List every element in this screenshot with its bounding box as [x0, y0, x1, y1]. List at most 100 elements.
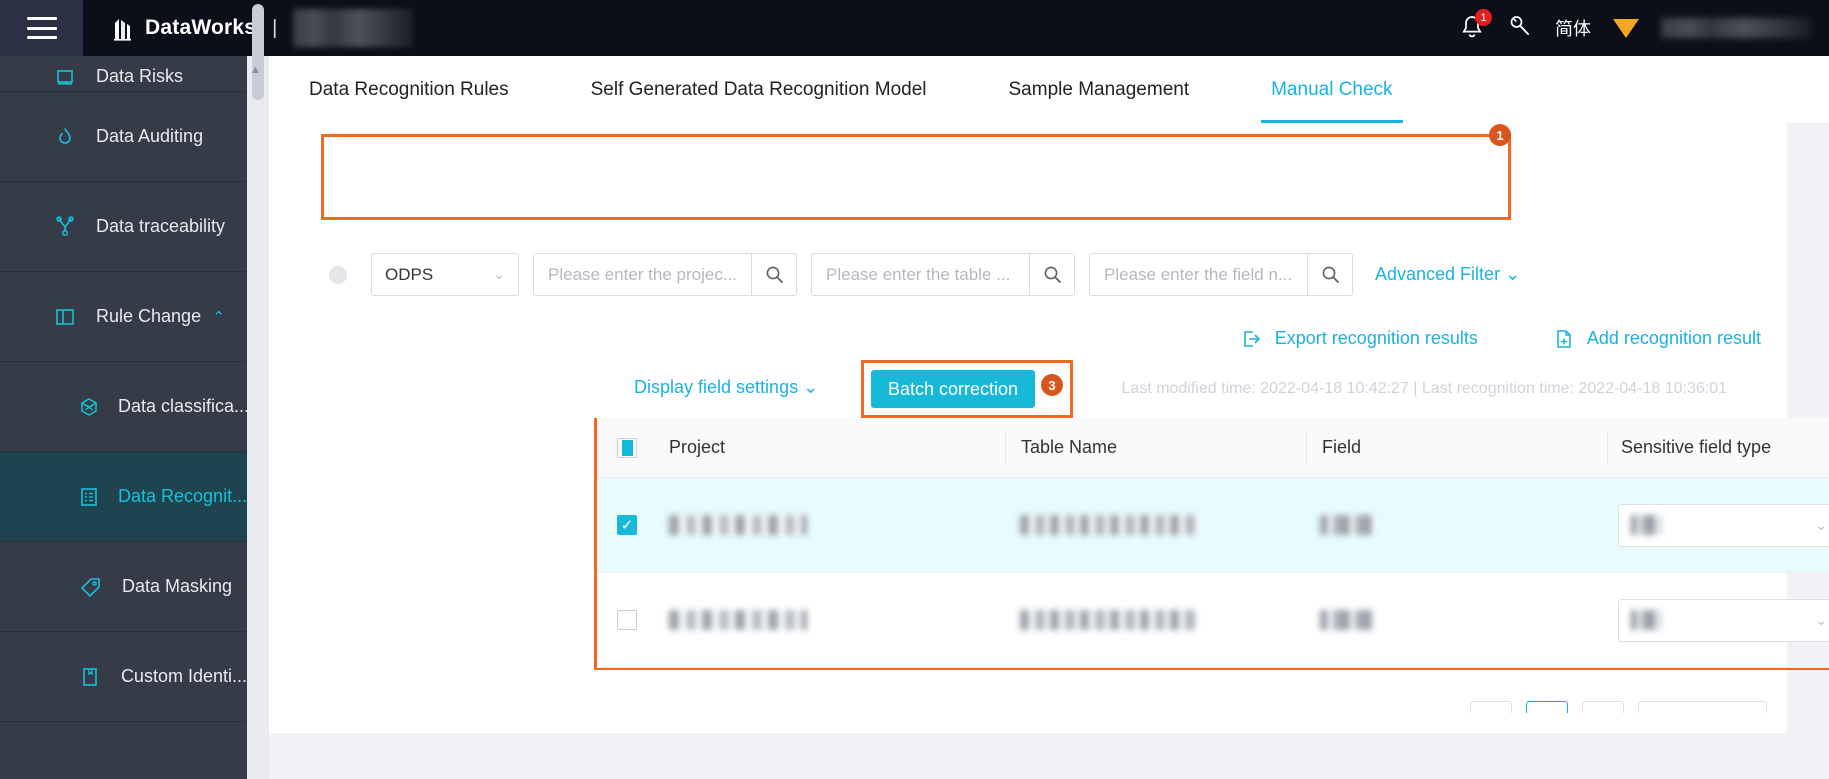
- result-actions: Export recognition results Add recogniti…: [1242, 328, 1761, 349]
- column-header-project: Project: [669, 437, 726, 457]
- export-label: Export recognition results: [1274, 328, 1478, 348]
- sidebar-item-label: Data traceability: [96, 216, 226, 236]
- sidebar-item-label: Rule Change: [96, 306, 202, 326]
- table-toolbar: Display field settings ⌄ Batch correctio…: [269, 360, 1787, 420]
- menu-toggle-button[interactable]: [0, 0, 83, 56]
- table-row[interactable]: ⌄: [597, 573, 1829, 668]
- redacted-value: [1631, 610, 1661, 630]
- redacted-value: [669, 610, 807, 630]
- dataworks-logo-icon: [111, 15, 135, 41]
- notification-count-badge: 1: [1475, 9, 1492, 26]
- export-recognition-results-button[interactable]: Export recognition results: [1242, 328, 1478, 349]
- select-all-cell: [597, 437, 657, 458]
- redacted-value: [1320, 515, 1376, 535]
- chevron-down-icon: ⌄: [1815, 516, 1827, 533]
- redacted-value: [1020, 610, 1198, 630]
- advanced-filter-label: Advanced Filter: [1375, 264, 1501, 284]
- top-bar-actions: 1 简体: [1459, 9, 1829, 44]
- sidebar-item-data-masking[interactable]: Data Masking: [0, 542, 247, 632]
- chevron-up-icon[interactable]: ⌃: [212, 308, 225, 326]
- layout-icon: [52, 306, 78, 328]
- sidebar-item-label: Data classifica...: [118, 396, 247, 416]
- table-row[interactable]: ⌄: [597, 478, 1829, 573]
- scroll-up-icon[interactable]: ▲: [250, 64, 261, 76]
- sensitive-field-type-select[interactable]: ⌄: [1618, 503, 1829, 547]
- row-checkbox[interactable]: [617, 610, 637, 630]
- add-label: Add recognition result: [1586, 328, 1761, 348]
- sidebar-item-data-traceability[interactable]: Data traceability: [0, 182, 247, 272]
- display-field-settings-label: Display field settings: [634, 377, 799, 397]
- tab-manual-check[interactable]: Manual Check: [1261, 56, 1404, 123]
- table-search-button[interactable]: [1029, 253, 1075, 296]
- redacted-value: [1020, 515, 1198, 535]
- column-header-sensitive-field-type: Sensitive field type: [1621, 437, 1772, 457]
- cell-project: [657, 610, 1005, 630]
- project-search-input[interactable]: Please enter the projec...: [533, 253, 751, 296]
- brand[interactable]: DataWorks |: [111, 15, 293, 41]
- tag-icon: [78, 576, 104, 598]
- add-file-icon: [1557, 329, 1571, 348]
- last-recognition-value: 2022-04-18 10:36:01: [1578, 380, 1727, 397]
- cell-table-name: [1005, 610, 1305, 630]
- project-search-group: Please enter the projec...: [533, 253, 797, 296]
- workspace-selector-redacted[interactable]: [293, 9, 414, 47]
- tab-bar: Data Recognition Rules Self Generated Da…: [269, 56, 1829, 123]
- cube-icon: [78, 396, 100, 418]
- page-bottom-area: [269, 733, 1787, 779]
- last-modified-value: 2022-04-18 10:42:27: [1260, 380, 1409, 397]
- card-bottom-spacer: [269, 713, 1787, 733]
- field-search-input[interactable]: Please enter the field n...: [1089, 253, 1307, 296]
- sidebar-item-data-classification[interactable]: Data classifica...: [0, 362, 247, 452]
- diamond-avatar-icon[interactable]: [1613, 18, 1639, 38]
- language-switch[interactable]: 简体: [1555, 15, 1591, 41]
- field-search-button[interactable]: [1307, 253, 1353, 296]
- filter-row: ODPS ⌄ Please enter the projec... Please…: [329, 253, 1520, 296]
- tab-data-recognition-rules[interactable]: Data Recognition Rules: [309, 56, 509, 123]
- cell-table-name: [1005, 515, 1305, 535]
- sidebar-item-data-auditing[interactable]: Data Auditing: [0, 92, 247, 182]
- search-icon: [766, 266, 783, 283]
- page-scrollbar-track[interactable]: [247, 56, 269, 779]
- add-recognition-result-button[interactable]: Add recognition result: [1554, 328, 1761, 349]
- list-doc-icon: [78, 486, 100, 508]
- project-search-button[interactable]: [751, 253, 797, 296]
- tab-sample-management[interactable]: Sample Management: [1009, 56, 1190, 123]
- table-search-input[interactable]: Please enter the table ...: [811, 253, 1029, 296]
- row-checkbox[interactable]: [617, 515, 637, 535]
- table-search-group: Please enter the table ...: [811, 253, 1075, 296]
- chevron-down-icon: ⌄: [1505, 264, 1521, 284]
- hamburger-icon: [26, 17, 57, 39]
- search-icon: [1044, 266, 1061, 283]
- main-content: Data Recognition Rules Self Generated Da…: [269, 56, 1829, 779]
- step-badge-1: 1: [1489, 124, 1511, 146]
- sidebar-item-data-risks[interactable]: Data Risks: [0, 56, 247, 92]
- sidebar-item-rule-change[interactable]: Rule Change ⌃: [0, 272, 247, 362]
- row-select-cell: [597, 610, 657, 630]
- batch-correction-button[interactable]: Batch correction: [871, 370, 1036, 408]
- datasource-select[interactable]: ODPS ⌄: [371, 253, 519, 296]
- cell-project: [657, 515, 1005, 535]
- redacted-value: [1631, 515, 1661, 535]
- tab-self-generated-model[interactable]: Self Generated Data Recognition Model: [591, 56, 927, 123]
- datasource-value: ODPS: [385, 264, 434, 284]
- brand-name: DataWorks: [145, 16, 257, 39]
- display-field-settings-toggle[interactable]: Display field settings ⌄: [634, 377, 818, 398]
- sidebar: Data Risks Data Auditing Data traceabili…: [0, 56, 247, 779]
- sensitive-field-type-select[interactable]: ⌄: [1618, 598, 1829, 642]
- wrench-icon: [1510, 15, 1529, 35]
- notifications-button[interactable]: 1: [1459, 9, 1492, 42]
- sidebar-item-label: Data Auditing: [96, 126, 204, 146]
- cell-field: [1305, 515, 1605, 535]
- bookmark-icon: [78, 666, 103, 688]
- tools-button[interactable]: [1507, 13, 1533, 44]
- advanced-filter-toggle[interactable]: Advanced Filter ⌄: [1375, 264, 1520, 285]
- collapse-toggle-icon[interactable]: [329, 265, 347, 284]
- column-header-table-name: Table Name: [1021, 437, 1118, 457]
- user-name-redacted[interactable]: [1661, 18, 1811, 38]
- sidebar-item-custom-identification[interactable]: Custom Identi...: [0, 632, 247, 722]
- export-icon: [1243, 330, 1260, 347]
- page-scrollbar-thumb[interactable]: [252, 4, 264, 100]
- select-all-checkbox[interactable]: [617, 437, 637, 458]
- field-search-group: Please enter the field n...: [1089, 253, 1353, 296]
- sidebar-item-data-recognition[interactable]: Data Recognit...: [0, 452, 247, 542]
